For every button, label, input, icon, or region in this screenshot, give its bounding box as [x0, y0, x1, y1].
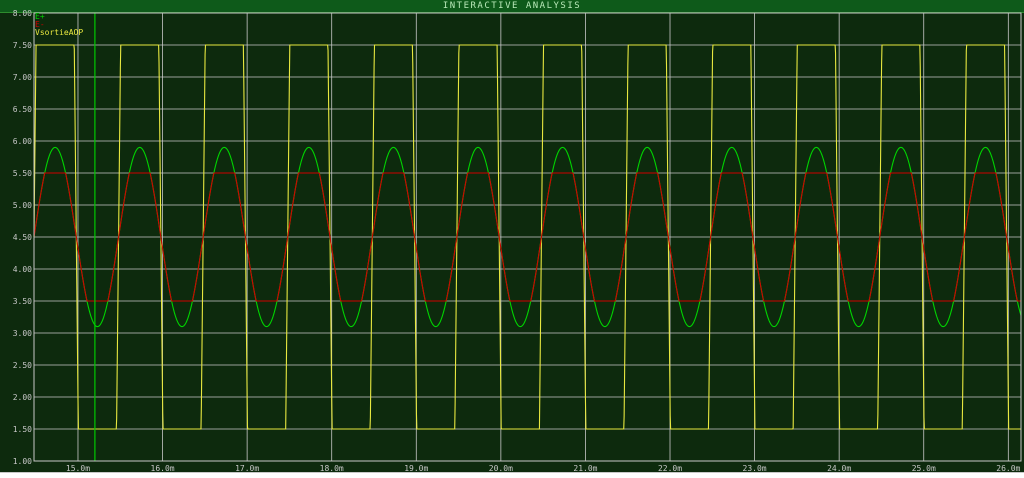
y-tick-label: 3.00 — [13, 329, 32, 338]
y-tick-label: 1.00 — [13, 457, 32, 466]
status-strip — [0, 472, 1024, 478]
y-tick-label: 7.50 — [13, 41, 32, 50]
y-tick-label: 3.50 — [13, 297, 32, 306]
legend-item-vsortie[interactable]: VsortieAOP — [35, 29, 83, 37]
analysis-window: INTERACTIVE ANALYSIS 1.00 1.50 2.00 2.50 3.0… — [0, 0, 1024, 478]
grid-lines — [34, 12, 1021, 462]
y-tick-label: 1.50 — [13, 425, 32, 434]
y-tick-label: 4.50 — [13, 233, 32, 242]
y-tick-label: 2.50 — [13, 361, 32, 370]
legend: E+ E- VsortieAOP — [35, 13, 83, 37]
y-tick-label: 5.00 — [13, 201, 32, 210]
y-tick-label: 6.00 — [13, 137, 32, 146]
y-tick-label: 4.00 — [13, 265, 32, 274]
y-tick-label: 8.00 — [13, 9, 32, 18]
graph-area[interactable]: 1.00 1.50 2.00 2.50 3.00 3.50 4.00 4.50 5.00 5.50… — [0, 0, 1024, 477]
y-tick-label: 5.50 — [13, 169, 32, 178]
y-tick-label: 6.50 — [13, 105, 32, 114]
y-tick-label: 7.00 — [13, 73, 32, 82]
y-tick-label: 2.00 — [13, 393, 32, 402]
